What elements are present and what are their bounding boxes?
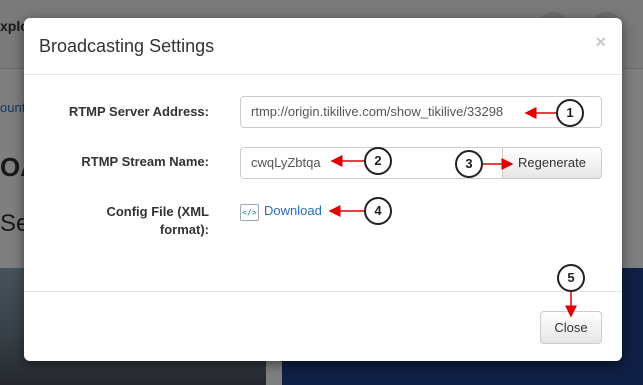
annotation-arrows [328,107,577,318]
annotation-badge: 2 [364,147,392,175]
annotation-badge: 4 [364,197,392,225]
annotation-badge: 3 [455,150,483,178]
annotation-badge: 1 [556,99,584,127]
annotation-badge: 5 [557,264,585,292]
